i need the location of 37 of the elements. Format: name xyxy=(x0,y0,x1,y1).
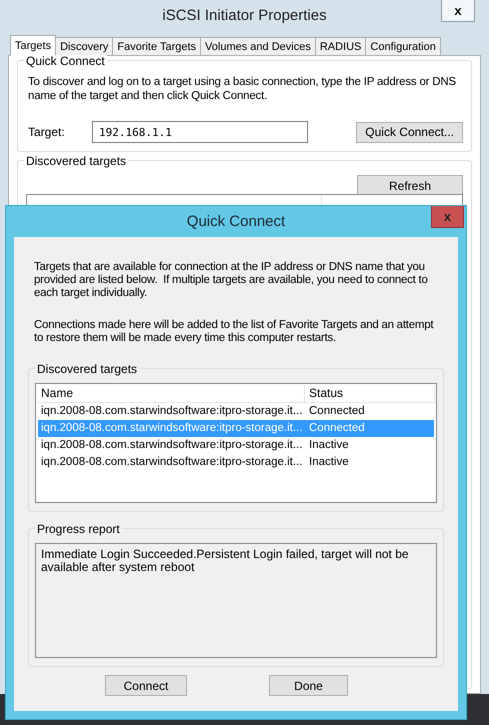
group-label: Progress report xyxy=(35,522,122,536)
group-label: Discovered targets xyxy=(24,154,128,168)
list-row[interactable]: iqn.2008-08.com.starwindsoftware:itpro-storage.it... Inactive xyxy=(38,437,434,454)
field-label: Target: xyxy=(27,125,66,139)
target-status: Connected xyxy=(308,421,366,436)
tab[interactable]: Favorite Targets xyxy=(112,37,202,55)
group-label: Discovered targets xyxy=(35,362,140,376)
tab[interactable]: Configuration xyxy=(365,37,441,55)
target-field[interactable]: 192.168.1.1 xyxy=(92,121,308,143)
column-header[interactable]: Name xyxy=(37,385,305,402)
tab[interactable]: RADIUS xyxy=(314,37,366,55)
description: Connections made here will be added to the list of Favorite Targets and an attempt to restore them will be made every time this computer restarts. xyxy=(34,319,434,345)
refresh-button[interactable]: Refresh xyxy=(357,175,463,196)
target-status: Inactive xyxy=(308,438,350,453)
tab[interactable]: Discovery xyxy=(55,37,114,55)
column-header[interactable]: Status xyxy=(305,385,435,402)
target-name: iqn.2008-08.com.starwindsoftware:itpro-storage.it... xyxy=(40,438,304,453)
target-name: iqn.2008-08.com.starwindsoftware:itpro-storage.it... xyxy=(40,404,304,419)
dialog-title: Quick Connect xyxy=(186,213,286,230)
target-name: iqn.2008-08.com.starwindsoftware:itpro-storage.it... xyxy=(40,455,304,470)
tab[interactable]: Targets xyxy=(10,35,56,56)
tab[interactable]: Volumes and Devices xyxy=(200,37,316,55)
report-text: Immediate Login Succeeded.Persistent Login failed, target will not be available after system reboot xyxy=(41,548,410,574)
done-button[interactable]: Done xyxy=(269,675,348,696)
target-name: iqn.2008-08.com.starwindsoftware:itpro-storage.it... xyxy=(40,421,304,436)
window-title: iSCSI Initiator Properties xyxy=(162,6,327,24)
close-button[interactable]: x xyxy=(441,0,475,22)
list-row[interactable]: iqn.2008-08.com.starwindsoftware:itpro-storage.it... Inactive xyxy=(38,454,434,471)
list-row[interactable]: iqn.2008-08.com.starwindsoftware:itpro-storage.it... Connected xyxy=(38,403,434,420)
quick-connect-button[interactable]: Quick Connect... xyxy=(356,122,463,142)
description: To discover and log on to a target using a basic connection, type the IP address or DNS name of the target and then click Quick Connect. xyxy=(28,75,457,103)
target-status: Inactive xyxy=(308,455,350,470)
description: Targets that are available for connection at the IP address or DNS name that you provided are listed below. If multiple targets are available, you need to connect to each target individually. xyxy=(34,261,429,300)
target-status: Connected xyxy=(308,404,366,419)
close-button[interactable]: x xyxy=(431,206,464,228)
group-label: Quick Connect xyxy=(24,54,107,68)
connect-button[interactable]: Connect xyxy=(105,675,187,696)
